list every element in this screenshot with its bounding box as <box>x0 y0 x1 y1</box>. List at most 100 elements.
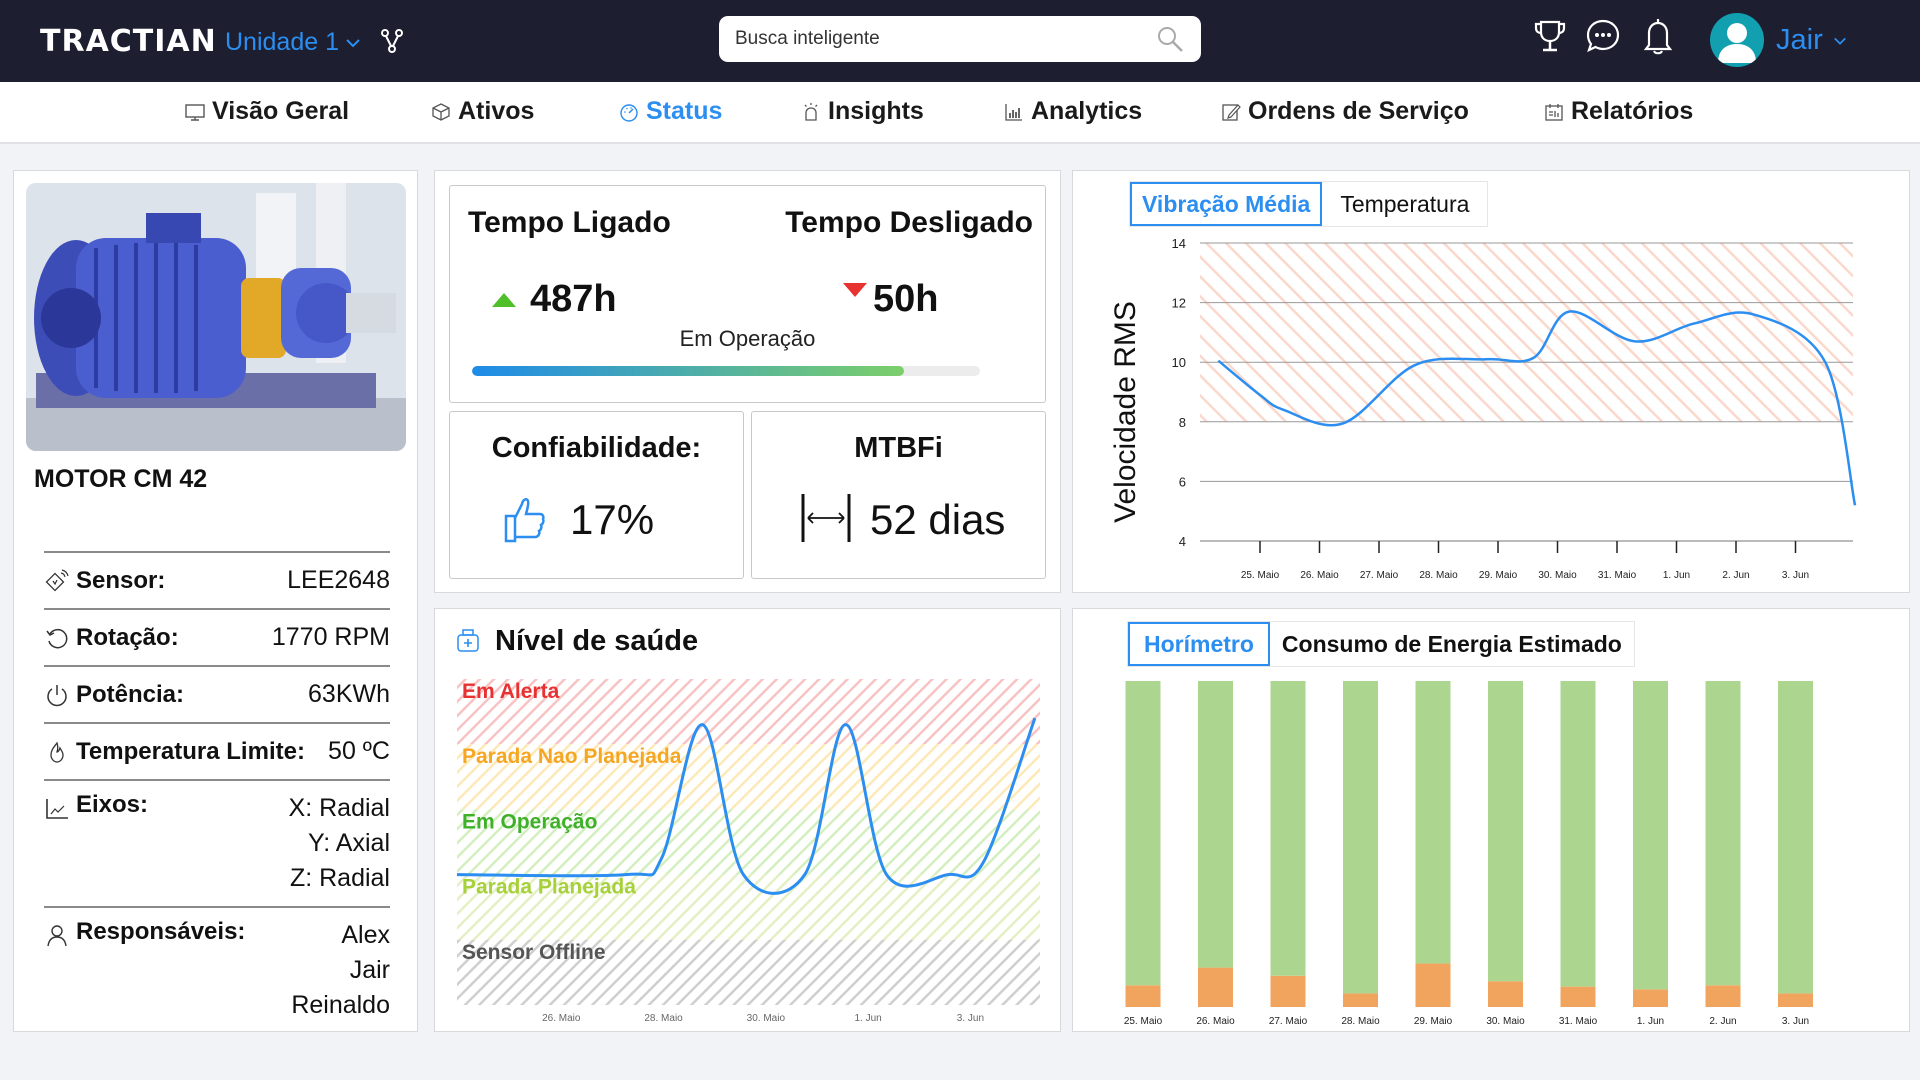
bar-segment-ligado <box>1125 681 1161 986</box>
nav-insights[interactable]: Insights <box>800 97 924 126</box>
spec-label: Potência: <box>76 680 185 708</box>
unit-selector[interactable]: Unidade 1 <box>225 28 361 57</box>
health-panel: Nível de saúde Em Alerta Parada Nao Plane… <box>434 608 1061 1032</box>
trend-down-icon <box>843 282 867 297</box>
spec-label: Temperatura Limite: <box>76 737 305 765</box>
search-icon[interactable] <box>1155 24 1185 54</box>
health-level-label: Sensor Offline <box>462 941 606 964</box>
mtbfi-value: 52 dias <box>870 496 1006 543</box>
nav-label: Analytics <box>1031 97 1143 125</box>
nav-visao-geral[interactable]: Visão Geral <box>184 97 349 126</box>
tractian-logo[interactable]: TRACTIAN <box>40 24 217 59</box>
bar-chart-icon <box>1005 103 1022 121</box>
reliability-card: Confiabilidade: 17% <box>449 411 744 579</box>
vibration-line-chart: 4 6 8 10 12 14 25. Maio 26. Maio 27. Maio 28. Mai… <box>1109 236 1857 581</box>
x-tick-label: 2. Jun <box>1722 570 1749 581</box>
power-icon <box>47 684 67 706</box>
spec-value: Alex <box>341 921 390 949</box>
uptime-card: Tempo Ligado Tempo Desligado 487h 50h Em… <box>449 185 1046 403</box>
y-axis-label: Velocidade RMS <box>1109 301 1142 523</box>
health-level-chart: Em Alerta Parada Nao Planejada Em Operação… <box>456 679 1040 1024</box>
nav-label: Visão Geral <box>212 97 350 125</box>
cube-icon <box>432 102 450 121</box>
x-tick-label: 1. Jun <box>1637 1016 1664 1027</box>
user-silhouette-icon <box>1718 23 1756 63</box>
notification-bell-icon[interactable] <box>1638 16 1678 56</box>
bar-segment-ligado <box>1415 681 1451 964</box>
spec-label: Eixos: <box>76 791 149 818</box>
x-tick-label: 26. Maio <box>1300 570 1339 581</box>
trophy-icon[interactable] <box>1530 16 1570 56</box>
bar-segment-ligado <box>1560 681 1596 987</box>
nav-ativos[interactable]: Ativos <box>430 97 534 126</box>
nav-label: Ativos <box>458 97 535 125</box>
nav-label: Status <box>646 97 723 125</box>
bar-segment-ligado <box>1488 681 1523 982</box>
nav-label: Insights <box>828 97 924 125</box>
rotation-icon <box>46 628 68 648</box>
x-tick-label: 28. Maio <box>1341 1016 1380 1027</box>
bar-segment-desligado <box>1560 986 1596 1007</box>
bar-segment-desligado <box>1633 989 1668 1007</box>
main-nav: Visão Geral Ativos Status Insights Analy… <box>0 82 1920 144</box>
spec-value: 63KWh <box>308 680 390 708</box>
uptime-progress-fill <box>472 366 904 376</box>
spec-row-sensor: Sensor: LEE2648 <box>44 551 390 608</box>
x-tick-label: 27. Maio <box>1360 570 1399 581</box>
nav-ordens-de-servico[interactable]: Ordens de Serviço <box>1220 97 1469 126</box>
search-bar[interactable] <box>719 16 1201 62</box>
x-tick-label: 2. Jun <box>1709 1016 1736 1027</box>
horimetro-bar-chart: 25. Maio 26. Maio 27. Maio 28. Maio 29. Maio… <box>1124 681 1813 1027</box>
chat-icon[interactable] <box>1583 16 1623 56</box>
y-tick-label: 10 <box>1172 355 1186 370</box>
sensor-icon <box>45 568 69 591</box>
health-level-label: Em Alerta <box>462 680 560 703</box>
x-tick-label: 31. Maio <box>1559 1016 1598 1027</box>
asset-spec-list: Sensor: LEE2648 Rotação: 1770 RPM Potênc… <box>44 551 390 1033</box>
mtbfi-label: MTBFi <box>854 432 943 464</box>
y-tick-label: 4 <box>1179 534 1186 549</box>
nav-analytics[interactable]: Analytics <box>1003 97 1142 126</box>
bar-segment-ligado <box>1270 681 1306 976</box>
user-avatar[interactable] <box>1710 13 1764 67</box>
asset-name: MOTOR CM 42 <box>34 465 208 493</box>
spec-label: Responsáveis: <box>76 918 246 945</box>
interval-icon <box>801 494 851 542</box>
x-tick-label: 26. Maio <box>542 1013 581 1024</box>
x-tick-label: 3. Jun <box>1782 1016 1809 1027</box>
gauge-icon <box>620 103 638 122</box>
spec-row-responsaveis: Responsáveis: Alex Jair Reinaldo <box>44 906 390 1033</box>
bar-segment-ligado <box>1633 681 1668 990</box>
bar-segment-desligado <box>1488 981 1523 1007</box>
bar-segment-desligado <box>1125 985 1161 1007</box>
vibration-panel: Vibração Média Temperatura 4 6 8 10 12 14 25. … <box>1072 170 1910 593</box>
uptime-on-label: Tempo Ligado <box>468 206 671 239</box>
unit-selector-label: Unidade 1 <box>225 28 339 56</box>
trend-up-icon <box>492 292 516 307</box>
x-tick-label: 31. Maio <box>1598 570 1637 581</box>
x-tick-label: 25. Maio <box>1241 570 1280 581</box>
nav-relatorios[interactable]: Relatórios <box>1543 97 1693 126</box>
user-icon <box>47 925 67 947</box>
x-tick-label: 29. Maio <box>1414 1016 1453 1027</box>
search-input[interactable] <box>735 28 1155 50</box>
nav-status[interactable]: Status <box>618 97 722 126</box>
bar-segment-desligado <box>1705 985 1741 1007</box>
y-tick-label: 6 <box>1179 474 1186 489</box>
y-tick-label: 14 <box>1172 236 1186 251</box>
spec-value: LEE2648 <box>287 566 390 594</box>
spec-row-temperatura-limite: Temperatura Limite: 50 ºC <box>44 722 390 779</box>
x-tick-label: 29. Maio <box>1479 570 1518 581</box>
kpi-panel: Tempo Ligado Tempo Desligado 487h 50h Em… <box>434 170 1061 593</box>
bar-segment-ligado <box>1198 681 1233 968</box>
bar-segment-desligado <box>1778 993 1813 1007</box>
uptime-progress-bar <box>472 366 980 376</box>
bar-segment-desligado <box>1415 963 1451 1007</box>
spec-value: Z: Radial <box>289 864 390 892</box>
user-menu[interactable]: Jair <box>1776 24 1847 57</box>
spec-value: X: Radial <box>288 794 390 822</box>
top-bar: TRACTIAN Unidade 1 Jair <box>0 0 1920 82</box>
bar-segment-desligado <box>1343 993 1378 1007</box>
hierarchy-icon[interactable] <box>380 28 404 54</box>
bar-segment-ligado <box>1343 681 1378 994</box>
